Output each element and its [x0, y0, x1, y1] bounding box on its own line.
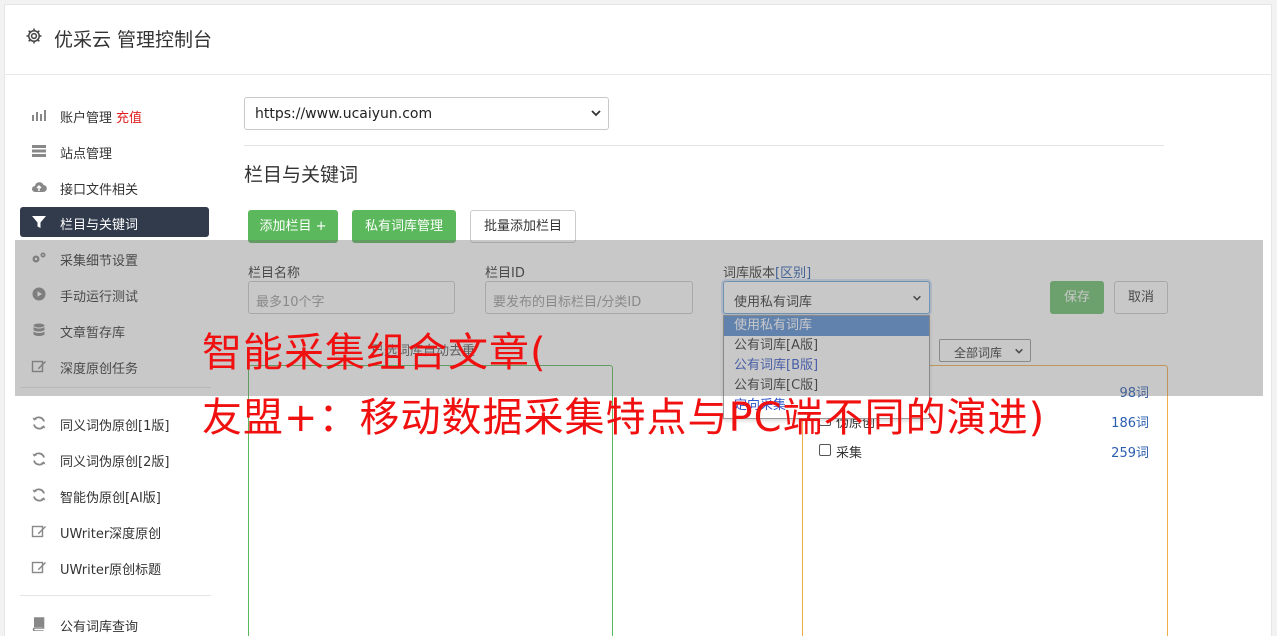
site-select-value: https://www.ucaiyun.com — [255, 106, 433, 122]
edit-icon — [31, 525, 46, 538]
sidebar-item-label: 账户管理 — [60, 111, 113, 126]
edit-icon — [31, 561, 46, 574]
filter-icon — [32, 216, 46, 228]
recharge-link[interactable]: 充值 — [116, 111, 142, 126]
library-checkbox[interactable] — [819, 444, 831, 456]
list-item[interactable]: 采集 259词 — [819, 442, 1149, 462]
sidebar-item-uwriter-deep[interactable]: UWriter深度原创 — [20, 516, 209, 546]
sidebar-item-label: 公有词库查询 — [60, 620, 139, 635]
sidebar-item-uwriter-title[interactable]: UWriter原创标题 — [20, 552, 209, 582]
sidebar-item-api-files[interactable]: 接口文件相关 — [20, 172, 209, 202]
section-title: 栏目与关键词 — [244, 164, 359, 186]
gear-icon — [26, 28, 42, 44]
site-select[interactable]: https://www.ucaiyun.com — [244, 97, 609, 130]
sidebar-item-synonym-v2[interactable]: 同义词伪原创[2版] — [20, 444, 209, 474]
sidebar-item-columns-keywords[interactable]: 栏目与关键词 — [20, 207, 209, 237]
private-library-button[interactable]: 私有词库管理 — [352, 210, 456, 243]
header: 优采云 管理控制台 — [5, 5, 1271, 75]
sidebar-item-label: UWriter原创标题 — [60, 563, 162, 578]
page-title: 优采云 管理控制台 — [54, 29, 213, 51]
batch-add-column-button[interactable]: 批量添加栏目 — [470, 210, 576, 243]
bar-chart-icon — [32, 110, 46, 121]
sidebar-item-account[interactable]: 账户管理 充值 — [20, 100, 209, 130]
watermark-line-2: 友盟+：移动数据采集特点与PC端不同的演进) — [202, 395, 1046, 441]
refresh-icon — [32, 416, 46, 430]
sidebar-divider — [20, 595, 211, 596]
watermark-line-1: 智能采集组合文章( — [202, 330, 547, 376]
server-icon — [32, 145, 46, 157]
sidebar-item-label: 同义词伪原创[1版] — [60, 419, 170, 434]
cloud-upload-icon — [32, 182, 47, 193]
refresh-icon — [32, 488, 46, 502]
sidebar-item-label: 接口文件相关 — [60, 183, 139, 198]
refresh-icon — [32, 452, 46, 466]
sidebar-item-label: 站点管理 — [60, 147, 113, 162]
library-count: 186词 — [1111, 416, 1149, 431]
library-count: 259词 — [1111, 446, 1149, 461]
book-icon — [32, 617, 45, 631]
add-column-button[interactable]: 添加栏目 + — [248, 210, 338, 243]
sidebar-item-synonym-v1[interactable]: 同义词伪原创[1版] — [20, 408, 209, 438]
sidebar-item-label: UWriter深度原创 — [60, 527, 162, 542]
sidebar-item-label: 同义词伪原创[2版] — [60, 455, 170, 470]
library-name: 采集 — [836, 446, 863, 461]
chevron-down-icon — [591, 110, 601, 117]
sidebar-item-label: 智能伪原创[AI版] — [60, 491, 161, 506]
sidebar-item-ai-rewrite[interactable]: 智能伪原创[AI版] — [20, 480, 209, 510]
sidebar-item-public-lib-query[interactable]: 公有词库查询 — [20, 609, 209, 636]
divider — [244, 145, 1164, 146]
sidebar-item-sites[interactable]: 站点管理 — [20, 136, 209, 166]
sidebar-item-label: 栏目与关键词 — [60, 218, 139, 233]
